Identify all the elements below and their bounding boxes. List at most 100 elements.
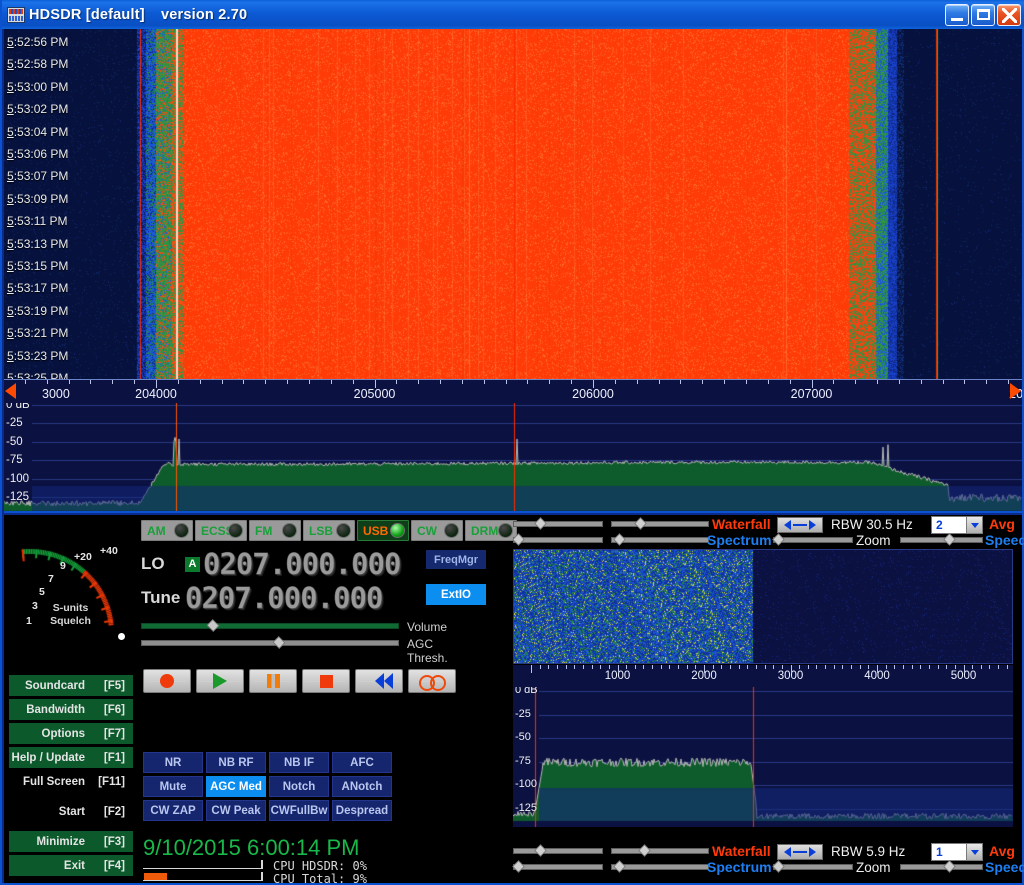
dsp-button-afc[interactable]: AFC xyxy=(332,752,392,773)
af-spectrum-canvas[interactable] xyxy=(513,687,1013,827)
af-zoom-slider[interactable] xyxy=(772,860,853,873)
loop-button[interactable] xyxy=(408,669,456,693)
af-frequency-tick xyxy=(618,665,619,673)
pause-button[interactable] xyxy=(249,669,297,693)
mode-button-cw[interactable]: CW xyxy=(411,520,463,541)
frequency-ruler[interactable]: 3000204000205000206000207000208000209000… xyxy=(4,379,1022,403)
af-spectrum-brightness-slider[interactable] xyxy=(611,860,709,873)
rewind-button[interactable] xyxy=(355,669,403,693)
frequency-display: LO A 0207.000.000 Tune 0207.000.000 Freq… xyxy=(141,547,501,665)
dsp-button-cwfullbw[interactable]: CWFullBw xyxy=(269,800,329,821)
af-frequency-tick xyxy=(886,665,887,669)
af-frequency-tick xyxy=(765,665,766,669)
function-button-key: [F4] xyxy=(103,859,125,872)
slider-knob[interactable] xyxy=(634,517,647,530)
slider-track xyxy=(513,848,603,854)
af-frequency-ruler[interactable]: 1000 2000 3000 4000 5000 xyxy=(513,665,1013,687)
extio-button[interactable]: ExtIO xyxy=(426,584,486,605)
function-button-column: Soundcard [F5] Bandwidth [F6] Options [F7] Hel… xyxy=(9,675,133,879)
function-button-bandwidth[interactable]: Bandwidth [F6] xyxy=(9,699,133,720)
left-arrow-icon xyxy=(784,847,791,857)
tune-frequency-value[interactable]: 0207.000.000 xyxy=(185,581,384,616)
af-speed-slider[interactable] xyxy=(900,860,983,873)
freqmgr-button[interactable]: FreqMgr xyxy=(426,550,486,569)
record-button[interactable] xyxy=(143,669,191,693)
af-avg-combo[interactable]: 1 xyxy=(931,843,983,861)
slider-knob[interactable] xyxy=(512,860,525,873)
scroll-right-arrow-icon[interactable] xyxy=(1010,383,1021,399)
agc-slider-knob[interactable] xyxy=(272,636,286,649)
af-frequency-tick xyxy=(566,665,567,669)
af-waterfall-canvas[interactable] xyxy=(514,550,1012,663)
dsp-button-cw-peak[interactable]: CW Peak xyxy=(206,800,266,821)
function-button-soundcard[interactable]: Soundcard [F5] xyxy=(9,675,133,696)
rf-waterfall-brightness-slider[interactable] xyxy=(611,517,709,530)
dsp-button-despread[interactable]: Despread xyxy=(332,800,392,821)
dsp-button-nr[interactable]: NR xyxy=(143,752,203,773)
scroll-left-arrow-icon[interactable] xyxy=(5,383,16,399)
rf-pan-control[interactable] xyxy=(777,517,823,533)
mode-button-usb[interactable]: USB xyxy=(357,520,409,541)
rf-spectrum-brightness-slider[interactable] xyxy=(611,533,709,546)
af-frequency-tick xyxy=(964,665,965,673)
stop-button[interactable] xyxy=(302,669,350,693)
slider-knob[interactable] xyxy=(638,844,651,857)
slider-knob[interactable] xyxy=(943,860,956,873)
function-button-help-update[interactable]: Help / Update [F1] xyxy=(9,747,133,768)
play-button[interactable] xyxy=(196,669,244,693)
rf-waterfall[interactable]: 5:52:56 PM 5:52:58 PM 5:53:00 PM 5:53:02 PM… xyxy=(4,29,1022,379)
rf-avg-combo[interactable]: 2 xyxy=(931,516,983,534)
rf-spectrum-canvas[interactable] xyxy=(4,403,1022,511)
function-button-options[interactable]: Options [F7] xyxy=(9,723,133,744)
close-button[interactable] xyxy=(997,3,1021,26)
chevron-down-icon[interactable] xyxy=(966,844,982,860)
play-icon xyxy=(213,673,227,689)
chevron-down-icon[interactable] xyxy=(966,517,982,533)
function-button-start[interactable]: Start [F2] xyxy=(9,801,133,822)
af-spectrum-contrast-slider[interactable] xyxy=(512,860,603,873)
dsp-button-nb-rf[interactable]: NB RF xyxy=(206,752,266,773)
mode-button-lsb[interactable]: LSB xyxy=(303,520,355,541)
dsp-button-notch[interactable]: Notch xyxy=(269,776,329,797)
slider-knob[interactable] xyxy=(534,844,547,857)
function-button-exit[interactable]: Exit [F4] xyxy=(9,855,133,876)
rf-rbw-label: RBW 30.5 Hz xyxy=(831,517,913,532)
rf-waterfall-canvas[interactable] xyxy=(4,29,1022,379)
dsp-button-cw-zap[interactable]: CW ZAP xyxy=(143,800,203,821)
rf-waterfall-contrast-slider[interactable] xyxy=(513,517,603,530)
af-waterfall-brightness-slider[interactable] xyxy=(611,844,709,857)
slider-knob[interactable] xyxy=(943,533,956,546)
slider-knob[interactable] xyxy=(772,860,785,873)
slider-knob[interactable] xyxy=(613,860,626,873)
function-button-minimize[interactable]: Minimize [F3] xyxy=(9,831,133,852)
af-frequency-tick xyxy=(713,665,714,669)
dsp-button-nb-if[interactable]: NB IF xyxy=(269,752,329,773)
slider-knob[interactable] xyxy=(512,533,525,546)
agc-threshold-slider[interactable]: AGC Thresh. xyxy=(141,636,448,665)
dsp-button-mute[interactable]: Mute xyxy=(143,776,203,797)
volume-slider[interactable]: Volume xyxy=(141,619,447,634)
mode-button-am[interactable]: AM xyxy=(141,520,193,541)
function-button-full-screen[interactable]: Full Screen [F11] xyxy=(9,771,133,792)
rf-spectrum-contrast-slider[interactable] xyxy=(512,533,603,546)
slider-knob[interactable] xyxy=(613,533,626,546)
rf-speed-slider[interactable] xyxy=(900,533,983,546)
dsp-button-agc-med[interactable]: AGC Med xyxy=(206,776,266,797)
dsp-button-anotch[interactable]: ANotch xyxy=(332,776,392,797)
mode-button-ecss[interactable]: ECSS xyxy=(195,520,247,541)
mode-button-fm[interactable]: FM xyxy=(249,520,301,541)
slider-knob[interactable] xyxy=(772,533,785,546)
af-pan-control[interactable] xyxy=(777,844,823,860)
af-waterfall-contrast-slider[interactable] xyxy=(513,844,603,857)
rf-zoom-slider[interactable] xyxy=(772,533,853,546)
minimize-button[interactable] xyxy=(945,3,969,26)
lo-frequency-value[interactable]: 0207.000.000 xyxy=(203,547,402,582)
rf-spectrum[interactable]: 0 dB -25 -50 -75 -100 -125 xyxy=(4,403,1022,513)
maximize-button[interactable] xyxy=(971,3,995,26)
volume-slider-knob[interactable] xyxy=(206,619,220,632)
slider-knob[interactable] xyxy=(534,517,547,530)
af-spectrum[interactable]: 0 dB -25 -50 -75 -100 -125 xyxy=(513,687,1013,827)
af-frequency-tick xyxy=(652,665,653,669)
af-waterfall[interactable] xyxy=(513,549,1013,664)
dsp-button-label: CW ZAP xyxy=(150,804,196,817)
